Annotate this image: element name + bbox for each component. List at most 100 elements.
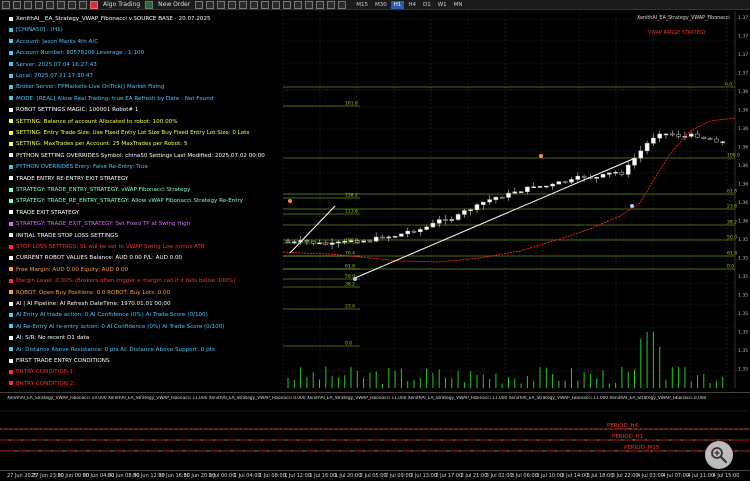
- tile-windows-icon[interactable]: [261, 0, 270, 9]
- period-dot: [249, 439, 251, 441]
- candle-body: [481, 201, 486, 205]
- info-line: Broker Server: FPMarkets-Live OnTick() M…: [9, 82, 281, 92]
- period-dot: [45, 439, 47, 441]
- period-dot: [261, 439, 263, 441]
- new-order-icon[interactable]: [145, 0, 154, 9]
- info-line-text: STOP LOSS SETTINGS: SL will be set to VW…: [16, 244, 205, 250]
- candle-body: [701, 136, 707, 139]
- signal-marker: [630, 204, 634, 208]
- period-dot: [315, 450, 317, 452]
- info-bullet-icon: [9, 210, 13, 215]
- timeframe-m30[interactable]: M30: [372, 1, 390, 9]
- market-watch-icon[interactable]: [24, 0, 32, 9]
- info-line-text: ENTRY CONDITION 1:: [16, 369, 76, 376]
- period-dot: [303, 450, 305, 452]
- period-dot: [477, 439, 479, 441]
- indicator-subwindow[interactable]: [0, 392, 750, 466]
- info-line-text: TRADE EXIT STRATEGY: [16, 209, 80, 216]
- chart-type-candles-icon[interactable]: [217, 0, 226, 9]
- period-dot: [105, 439, 107, 441]
- toolbar: Algo Trading New Order M15 M30 H1 H4 D1 W1 MN: [0, 0, 750, 10]
- info-line-text: ENTRY CONDITION 2:: [16, 380, 76, 387]
- signal-marker: [288, 199, 292, 203]
- price-axis-label: 1.36: [738, 219, 748, 225]
- candle-body: [518, 191, 524, 193]
- price-axis-label: 1.35: [738, 293, 748, 299]
- timeframe-mn[interactable]: MN: [451, 1, 466, 9]
- time-axis-label: 1 Jul 04:00: [233, 473, 261, 479]
- candle-body: [310, 240, 316, 244]
- period-dot: [171, 450, 173, 452]
- fib-level-label: 100.0: [345, 238, 358, 244]
- timeframe-m15[interactable]: M15: [353, 1, 371, 9]
- chart-type-bars-icon[interactable]: [206, 0, 215, 9]
- candle-body: [663, 133, 669, 136]
- info-line-text: AI Re-Entry AI re-entry action: 0 AI Con…: [16, 323, 225, 330]
- period-dot: [555, 450, 557, 452]
- candle-body: [418, 229, 423, 232]
- info-bullet-icon: [9, 96, 13, 101]
- period-dot: [393, 439, 395, 441]
- candle-body: [688, 133, 694, 137]
- period-dot: [87, 450, 89, 452]
- info-line-text: Account Number: 80578206 Leverage : 1:10…: [16, 50, 145, 57]
- info-bullet-icon: [9, 381, 13, 386]
- new-order-button[interactable]: New Order: [156, 1, 192, 8]
- period-dot: [33, 439, 35, 441]
- time-axis-label: 1 Jul 08:00: [259, 473, 286, 479]
- navigator-icon[interactable]: [35, 0, 43, 9]
- terminal-icon[interactable]: [46, 0, 54, 9]
- info-line: STRATEGY: TRADE_EXIT_STRATEGY: Set Fixed…: [9, 219, 281, 229]
- timeframe-d1[interactable]: D1: [420, 1, 434, 9]
- candle-body: [638, 150, 644, 159]
- time-axis-label: 2 Jul 13:00: [410, 473, 437, 479]
- data-window-icon[interactable]: [68, 0, 76, 9]
- signal-marker: [353, 277, 357, 281]
- text-tool-icon[interactable]: [327, 0, 336, 9]
- zoom-in-icon[interactable]: [239, 0, 248, 9]
- new-chart-icon[interactable]: [2, 0, 10, 9]
- period-dot: [603, 450, 605, 452]
- chart-type-line-icon[interactable]: [228, 0, 237, 9]
- info-line: Local: 2025.07.21 17:30:47: [9, 71, 281, 81]
- algo-trading-icon[interactable]: [90, 0, 98, 9]
- fib-level-label: 61.8: [727, 251, 737, 257]
- candle-body: [562, 181, 568, 183]
- cursor-icon[interactable]: [283, 0, 292, 9]
- ide-icon[interactable]: [79, 0, 87, 9]
- period-dot: [567, 450, 569, 452]
- time-axis-label: 2 Jul 17:00: [435, 473, 463, 479]
- trend-line-icon[interactable]: [316, 0, 325, 9]
- timeframe-w1[interactable]: W1: [435, 1, 450, 9]
- period-dot: [615, 450, 617, 452]
- info-bullet-icon: [9, 130, 13, 135]
- info-bullet-icon: [9, 290, 13, 295]
- info-line-text: ROBOT: Open Buy Positions: 0.0 ROBOT: Bu…: [16, 289, 171, 296]
- info-line-text: AI: S/R: No recent D1 data: [16, 335, 90, 342]
- algo-trading-button[interactable]: Algo Trading: [101, 1, 142, 8]
- zoom-magnifier-button[interactable]: [705, 441, 733, 469]
- fib-level-label: 0.0: [725, 82, 732, 88]
- info-line-text: AI Entry AI trade action: 0 AI Confidenc…: [16, 312, 208, 319]
- period-dot: [213, 439, 215, 441]
- shapes-icon[interactable]: [338, 0, 347, 9]
- timeframe-h4[interactable]: H4: [405, 1, 419, 9]
- info-bullet-icon: [9, 233, 13, 238]
- vertical-line-icon[interactable]: [294, 0, 303, 9]
- info-line: PYTHON OVERRIDES Entry: False Re-Entry: …: [9, 162, 281, 172]
- period-dot: [411, 450, 413, 452]
- profiles-icon[interactable]: [13, 0, 21, 9]
- price-axis-label: 1.37: [738, 15, 748, 21]
- crosshair-icon[interactable]: [272, 0, 281, 9]
- period-dot: [705, 439, 707, 441]
- period-dot: [309, 439, 311, 441]
- horizontal-line-icon[interactable]: [305, 0, 314, 9]
- timeframe-h1[interactable]: H1: [390, 0, 405, 9]
- zoom-out-icon[interactable]: [250, 0, 259, 9]
- chart-object-label: VWAP RANGE STRATEGY: [648, 30, 706, 36]
- info-line: AI Re-Entry AI re-entry action: 0 AI Con…: [9, 322, 281, 332]
- one-click-icon[interactable]: [195, 0, 204, 9]
- period-dot: [549, 439, 551, 441]
- info-line-text: Account: Jason Marks 4th A/C: [16, 38, 99, 45]
- strategy-tester-icon[interactable]: [57, 0, 65, 9]
